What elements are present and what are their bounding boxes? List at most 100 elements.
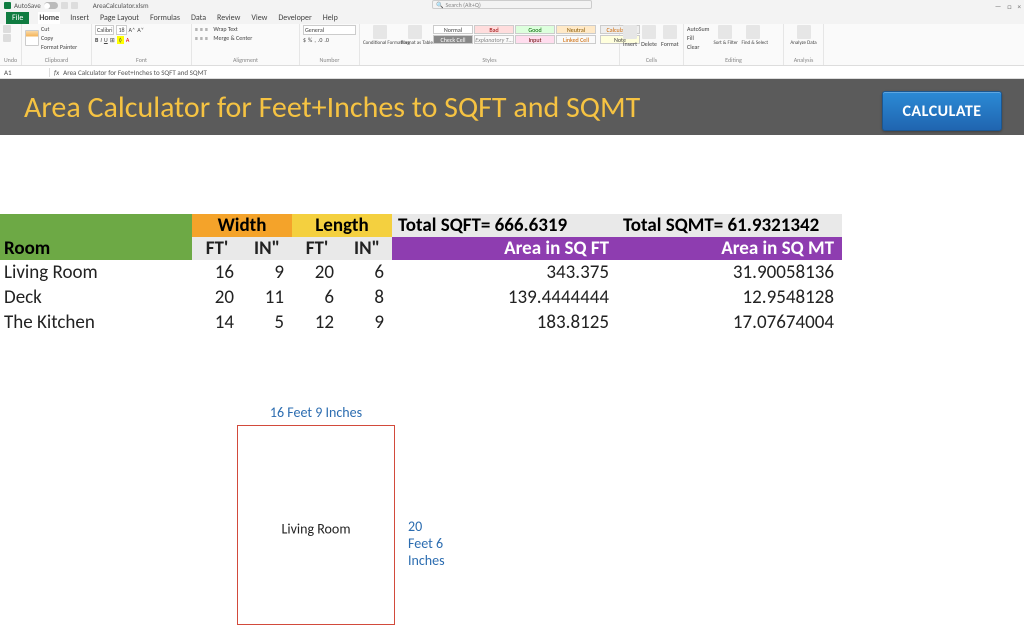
calculate-button[interactable]: CALCULATE (882, 91, 1002, 131)
window-close-button[interactable]: × (1018, 2, 1022, 11)
style-check-cell[interactable]: Check Cell (433, 35, 473, 44)
border-button[interactable]: ⊞ (110, 36, 115, 44)
qat-undo-icon[interactable] (71, 2, 78, 9)
cell-length-ft[interactable]: 20 (292, 260, 342, 285)
copy-button[interactable]: Copy (41, 34, 77, 42)
cell-area-sqft[interactable]: 183.8125 (392, 310, 617, 335)
cell-length-in[interactable]: 9 (342, 310, 392, 335)
tab-home[interactable]: Home (38, 12, 60, 24)
table-row[interactable]: Living Room 16 9 20 6 343.375 31.9005813… (0, 260, 842, 285)
window-maximize-button[interactable]: □ (1007, 2, 1011, 11)
tab-formulas[interactable]: Formulas (149, 12, 181, 24)
align-mid-icon[interactable]: ≡ (200, 25, 203, 33)
tab-insert[interactable]: Insert (69, 12, 90, 24)
paste-icon[interactable] (25, 30, 39, 46)
shrink-font-icon[interactable]: A˅ (137, 26, 144, 34)
underline-button[interactable]: U (104, 36, 108, 44)
format-cells-icon[interactable] (663, 25, 677, 39)
style-normal[interactable]: Normal (433, 25, 473, 34)
tab-help[interactable]: Help (322, 12, 339, 24)
merge-center-button[interactable]: Merge & Center (213, 34, 252, 42)
bold-button[interactable]: B (95, 36, 98, 44)
cell-length-ft[interactable]: 6 (292, 285, 342, 310)
fill-button[interactable]: Fill (687, 34, 709, 42)
analyze-data-icon[interactable] (797, 25, 811, 39)
clear-button[interactable]: Clear (687, 43, 709, 51)
wrap-text-button[interactable]: Wrap Text (213, 25, 237, 33)
number-format-select[interactable]: General (303, 25, 356, 35)
align-center-icon[interactable]: ≡ (200, 34, 203, 42)
percent-icon[interactable]: % (308, 36, 312, 44)
cell-width-in[interactable]: 9 (242, 260, 292, 285)
worksheet[interactable]: Area Calculator for Feet+Inches to SQFT … (0, 79, 1024, 135)
insert-cells-icon[interactable] (623, 25, 637, 39)
style-bad[interactable]: Bad (474, 25, 514, 34)
format-as-table-icon[interactable] (408, 25, 422, 39)
delete-cells-icon[interactable] (642, 25, 656, 39)
cell-room-name[interactable]: The Kitchen (0, 310, 192, 335)
tab-review[interactable]: Review (216, 12, 241, 24)
conditional-formatting-icon[interactable] (373, 25, 387, 39)
window-minimize-button[interactable]: — (995, 2, 1001, 11)
style-neutral[interactable]: Neutral (556, 25, 596, 34)
align-top-icon[interactable]: ≡ (195, 25, 198, 33)
sheet-title: Area Calculator for Feet+Inches to SQFT … (24, 89, 640, 126)
font-size-select[interactable]: 18 (116, 25, 126, 35)
format-painter-button[interactable]: Format Painter (41, 43, 77, 51)
inc-decimal-icon[interactable]: .0 (318, 36, 323, 44)
font-color-button[interactable]: A (126, 36, 129, 44)
name-box[interactable]: A1 (0, 68, 50, 77)
cell-room-name[interactable]: Deck (0, 285, 192, 310)
tab-developer[interactable]: Developer (277, 12, 312, 24)
cell-width-in[interactable]: 5 (242, 310, 292, 335)
redo-icon[interactable] (3, 34, 11, 42)
search-box[interactable]: 🔍 Search (Alt+Q) (432, 0, 592, 9)
autosum-button[interactable]: AutoSum (687, 25, 709, 33)
style-explanatory[interactable]: Explanatory T… (474, 35, 514, 44)
cell-width-ft[interactable]: 20 (192, 285, 242, 310)
tab-page-layout[interactable]: Page Layout (99, 12, 140, 24)
cell-width-ft[interactable]: 16 (192, 260, 242, 285)
cell-area-sqmt[interactable]: 12.9548128 (617, 285, 842, 310)
qat-save-icon[interactable] (61, 2, 68, 9)
tab-file[interactable]: File (6, 12, 29, 24)
style-input[interactable]: Input (515, 35, 555, 44)
cell-area-sqft[interactable]: 343.375 (392, 260, 617, 285)
tab-view[interactable]: View (250, 12, 268, 24)
cell-room-name[interactable]: Living Room (0, 260, 192, 285)
style-linked-cell[interactable]: Linked Cell (556, 35, 596, 44)
align-bot-icon[interactable]: ≡ (205, 25, 208, 33)
sort-filter-icon[interactable] (718, 25, 732, 39)
cell-length-in[interactable]: 6 (342, 260, 392, 285)
italic-button[interactable]: I (100, 36, 102, 44)
cell-length-ft[interactable]: 12 (292, 310, 342, 335)
table-row[interactable]: The Kitchen 14 5 12 9 183.8125 17.076740… (0, 310, 842, 335)
cell-area-sqmt[interactable]: 17.07674004 (617, 310, 842, 335)
table-row[interactable]: Deck 20 11 6 8 139.4444444 12.9548128 (0, 285, 842, 310)
align-left-icon[interactable]: ≡ (195, 34, 198, 42)
cell-length-in[interactable]: 8 (342, 285, 392, 310)
style-good[interactable]: Good (515, 25, 555, 34)
header-width-in: IN" (242, 237, 292, 260)
tab-data[interactable]: Data (190, 12, 207, 24)
cell-area-sqft[interactable]: 139.4444444 (392, 285, 617, 310)
undo-icon[interactable] (3, 25, 11, 33)
formula-input[interactable]: Area Calculator for Feet+Inches to SQFT … (63, 68, 207, 77)
currency-icon[interactable]: $ (303, 36, 306, 44)
comma-icon[interactable]: , (314, 36, 316, 44)
menu-tabs: File Home Insert Page Layout Formulas Da… (0, 11, 1024, 24)
autosave-toggle[interactable] (44, 2, 58, 9)
cell-width-ft[interactable]: 14 (192, 310, 242, 335)
align-right-icon[interactable]: ≡ (205, 34, 208, 42)
dec-decimal-icon[interactable]: .0 (324, 36, 329, 44)
grow-font-icon[interactable]: A˄ (129, 26, 136, 34)
fill-color-button[interactable]: ◊ (117, 36, 124, 44)
font-name-select[interactable]: Calibri (95, 25, 114, 35)
cell-width-in[interactable]: 11 (242, 285, 292, 310)
cell-styles-gallery[interactable]: Normal Bad Good Neutral Check Cell Expla… (433, 25, 596, 44)
fx-icon[interactable]: fx (50, 68, 63, 77)
cut-button[interactable]: Cut (41, 25, 77, 33)
find-select-icon[interactable] (746, 25, 760, 39)
area-table: Width Length Total SQFT= 666.6319 Total … (0, 214, 842, 335)
cell-area-sqmt[interactable]: 31.90058136 (617, 260, 842, 285)
